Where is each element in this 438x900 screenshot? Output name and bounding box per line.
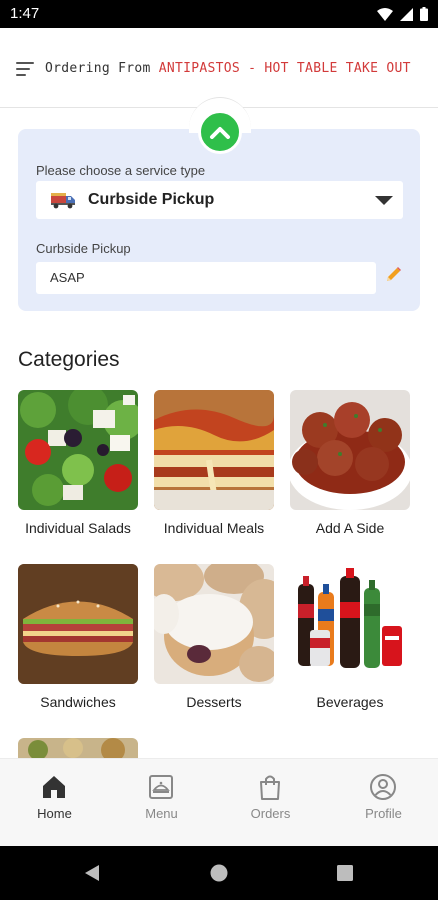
category-individual-meals[interactable]: Individual Meals <box>154 390 274 536</box>
truck-icon <box>51 193 75 209</box>
selected-service-type: Curbside Pickup <box>88 191 215 208</box>
category-label: Sandwiches <box>40 694 116 710</box>
category-label: Individual Meals <box>163 520 265 536</box>
nav-home[interactable]: Home <box>0 759 109 847</box>
nav-orders[interactable]: Orders <box>216 759 325 847</box>
category-desserts[interactable]: Desserts <box>154 564 274 710</box>
service-type-label: Please choose a service type <box>36 163 206 178</box>
category-label: Desserts <box>186 694 242 710</box>
lasagna-image <box>154 390 274 510</box>
home-icon <box>43 776 65 798</box>
category-label: Beverages <box>316 694 384 710</box>
donuts-image <box>154 564 274 684</box>
app-header: Ordering From ANTIPASTOS - HOT TABLE TAK… <box>0 28 438 108</box>
collapse-toggle-button[interactable] <box>198 110 242 154</box>
dropdown-arrow-icon <box>375 196 393 205</box>
nav-label: Home <box>37 806 72 821</box>
ordering-from-text: Ordering From ANTIPASTOS - HOT TABLE TAK… <box>45 61 411 76</box>
back-icon[interactable] <box>84 864 100 882</box>
category-label: Individual Salads <box>25 520 131 536</box>
category-sandwiches[interactable]: Sandwiches <box>18 564 138 710</box>
nav-label: Menu <box>145 806 178 821</box>
hamburger-menu-icon[interactable] <box>16 62 34 76</box>
sandwich-image <box>18 564 138 684</box>
signal-icon <box>400 7 413 21</box>
battery-icon <box>420 7 428 21</box>
menu-book-icon <box>149 775 173 799</box>
service-type-dropdown[interactable]: Curbside Pickup <box>36 181 403 219</box>
wifi-icon <box>377 7 393 21</box>
store-name[interactable]: ANTIPASTOS - HOT TABLE TAKE OUT <box>159 61 411 76</box>
pickup-time-label: Curbside Pickup <box>36 241 131 256</box>
category-partial-image <box>18 738 138 758</box>
status-icons <box>377 7 428 21</box>
recents-icon[interactable] <box>337 865 353 881</box>
nav-label: Profile <box>365 806 402 821</box>
ordering-prefix: Ordering From <box>45 61 159 76</box>
nav-profile[interactable]: Profile <box>329 759 438 847</box>
nav-menu[interactable]: Menu <box>107 759 216 847</box>
beverages-image <box>290 564 410 684</box>
nav-label: Orders <box>250 806 291 821</box>
profile-icon <box>370 774 396 800</box>
bottom-navigation: Home Menu Orders Profile <box>0 758 438 846</box>
category-individual-salads[interactable]: Individual Salads <box>18 390 138 536</box>
category-add-a-side[interactable]: Add A Side <box>290 390 410 536</box>
system-navigation-bar <box>0 846 438 900</box>
category-partial[interactable] <box>18 738 138 758</box>
category-label: Add A Side <box>315 520 385 536</box>
salad-image <box>18 390 138 510</box>
shopping-bag-icon <box>260 775 280 800</box>
pickup-time-field[interactable]: ASAP <box>36 262 376 294</box>
chevron-up-icon <box>210 127 230 139</box>
status-bar: 1:47 <box>0 0 438 28</box>
status-time: 1:47 <box>10 5 40 22</box>
home-circle-icon[interactable] <box>210 864 228 882</box>
category-beverages[interactable]: Beverages <box>290 564 410 710</box>
meatballs-image <box>290 390 410 510</box>
pencil-edit-icon[interactable] <box>384 266 402 284</box>
service-type-panel: Please choose a service type Curbside Pi… <box>18 129 420 311</box>
categories-heading: Categories <box>18 348 120 371</box>
